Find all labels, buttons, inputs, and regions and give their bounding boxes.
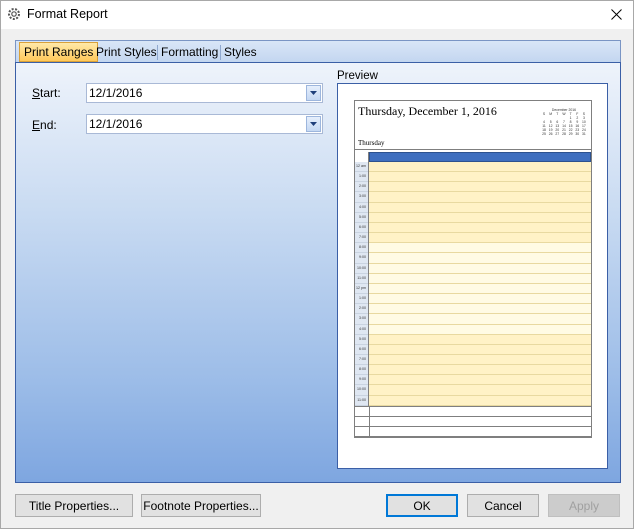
hour-label: 10:00: [355, 385, 368, 396]
time-slot: [369, 182, 591, 193]
time-slot: [369, 273, 591, 284]
divider: [355, 436, 591, 437]
divider: [355, 406, 591, 407]
start-date-combo[interactable]: 12/1/2016: [86, 83, 323, 103]
time-slot: [369, 324, 591, 335]
tab-styles[interactable]: Styles: [220, 43, 261, 62]
close-icon: [610, 8, 622, 20]
hour-label: 2:00: [355, 304, 368, 315]
calendar-week: 25 26 27 28 29 30 31: [541, 132, 587, 136]
hour-label: 1:00: [355, 294, 368, 305]
hour-label: 12 pm: [355, 284, 368, 295]
grid-corner: [355, 152, 369, 162]
time-slot: [369, 365, 591, 376]
preview-box: Thursday, December 1, 2016 December 2016…: [337, 83, 608, 469]
time-slot: [369, 233, 591, 244]
hour-label: 6:00: [355, 345, 368, 355]
time-slot: [369, 172, 591, 183]
day-grid: 12 am 1:00 2:00 3:00 4:00 5:00 6:00 7:00 8:00 9:0…: [355, 152, 591, 406]
hour-label: 3:00: [355, 192, 368, 203]
time-slot: [369, 344, 591, 355]
hour-label: 1:00: [355, 172, 368, 183]
end-date-value: 12/1/2016: [89, 117, 143, 131]
hour-label: 9:00: [355, 253, 368, 264]
title-properties-button[interactable]: Title Properties...: [15, 494, 133, 517]
hour-label: 2:00: [355, 182, 368, 193]
hour-label: 11:00: [355, 274, 368, 284]
hour-label: 7:00: [355, 233, 368, 244]
preview-label: Preview: [337, 70, 378, 82]
hour-label: 12 am: [355, 162, 368, 173]
divider: [355, 149, 591, 150]
end-date-combo[interactable]: 12/1/2016: [86, 114, 323, 134]
time-slot: [369, 243, 591, 254]
time-slot: [369, 222, 591, 234]
chevron-down-icon[interactable]: [306, 85, 321, 101]
cancel-button[interactable]: Cancel: [467, 494, 539, 517]
hour-label: 6:00: [355, 223, 368, 234]
time-slot: [369, 283, 591, 295]
ok-button[interactable]: OK: [386, 494, 458, 517]
time-slot: [369, 334, 591, 345]
time-slot: [369, 212, 591, 223]
time-slot: [369, 202, 591, 213]
divider: [369, 406, 370, 437]
apply-button[interactable]: Apply: [548, 494, 620, 517]
footnote-properties-button[interactable]: Footnote Properties...: [141, 494, 261, 517]
hour-label: 7:00: [355, 355, 368, 366]
time-slot: [369, 263, 591, 274]
time-slot: [369, 162, 591, 173]
tab-strip: Print Ranges Print Styles Formatting Sty…: [15, 40, 621, 62]
tab-print-ranges[interactable]: Print Ranges: [19, 42, 99, 62]
divider: [355, 426, 591, 427]
hour-label: 4:00: [355, 203, 368, 213]
calendar-cell: 25: [542, 132, 546, 136]
calendar-cell: 30: [575, 132, 580, 136]
hour-label: 9:00: [355, 375, 368, 386]
hour-label: 10:00: [355, 264, 368, 274]
time-slot: [369, 294, 591, 305]
hour-label: 4:00: [355, 325, 368, 335]
preview-page: Thursday, December 1, 2016 December 2016…: [354, 100, 592, 438]
time-slot: [369, 314, 591, 325]
hour-label: 3:00: [355, 314, 368, 325]
title-bar[interactable]: Format Report: [1, 1, 633, 29]
hour-label: 11:00: [355, 396, 368, 406]
time-slots: [369, 162, 591, 406]
hour-label: 8:00: [355, 365, 368, 376]
time-column: 12 am 1:00 2:00 3:00 4:00 5:00 6:00 7:00 8:00 9:0…: [355, 162, 369, 406]
grid-header: [369, 152, 591, 162]
calendar-cell: 26: [548, 132, 553, 136]
close-button[interactable]: [601, 1, 631, 27]
divider: [355, 416, 591, 417]
time-slot: [369, 192, 591, 203]
gear-icon: [8, 8, 20, 20]
chevron-down-icon[interactable]: [306, 116, 321, 132]
start-label: Start:: [32, 86, 61, 100]
window-title: Format Report: [27, 7, 108, 21]
tab-print-styles[interactable]: Print Styles: [92, 43, 161, 62]
end-label: End:: [32, 118, 57, 132]
calendar-cell: 29: [568, 132, 573, 136]
notes-area: [355, 406, 591, 437]
preview-day-label: Thursday: [358, 139, 385, 147]
hour-label: 5:00: [355, 335, 368, 345]
time-slot: [369, 354, 591, 366]
print-ranges-panel: Start: 12/1/2016 End: 12/1/2016 Preview …: [15, 62, 621, 483]
calendar-cell: 28: [562, 132, 566, 136]
hour-label: 8:00: [355, 243, 368, 254]
preview-page-title: Thursday, December 1, 2016: [358, 104, 497, 118]
calendar-cell: 31: [582, 132, 586, 136]
time-slot: [369, 304, 591, 315]
calendar-cell: 27: [555, 132, 560, 136]
format-report-dialog: Format Report Print Ranges Print Styles …: [0, 0, 634, 529]
hour-label: 5:00: [355, 213, 368, 223]
tab-formatting[interactable]: Formatting: [157, 43, 222, 62]
mini-calendar: December 2016 S M T W T F S 1 2 3 4 5 6 7 8 9 10 11 12 13 14…: [541, 108, 587, 136]
time-slot: [369, 395, 591, 406]
time-slot: [369, 375, 591, 386]
time-slot: [369, 385, 591, 396]
start-date-value: 12/1/2016: [89, 86, 143, 100]
time-slot: [369, 253, 591, 264]
